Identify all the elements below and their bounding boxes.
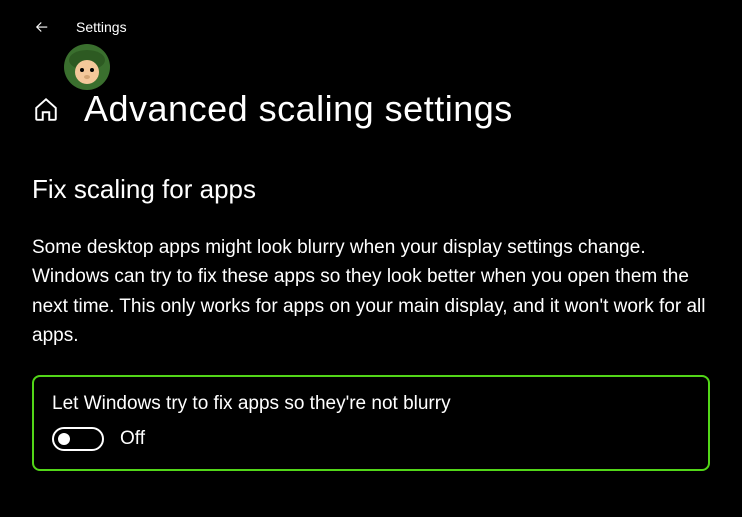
toggle-row: Off	[52, 427, 690, 451]
toggle-label: Let Windows try to fix apps so they're n…	[52, 393, 690, 415]
section-description: Some desktop apps might look blurry when…	[32, 233, 710, 351]
titlebar: Settings	[0, 0, 742, 40]
fix-scaling-toggle[interactable]	[52, 427, 104, 451]
back-arrow-icon	[33, 18, 51, 36]
section-heading: Fix scaling for apps	[32, 174, 710, 205]
avatar	[62, 42, 112, 92]
toggle-knob	[58, 433, 70, 445]
window-title: Settings	[76, 19, 127, 35]
page-title: Advanced scaling settings	[84, 88, 513, 130]
home-icon	[33, 96, 59, 122]
toggle-state-text: Off	[120, 428, 145, 450]
toggle-section-highlight: Let Windows try to fix apps so they're n…	[32, 375, 710, 471]
home-button[interactable]	[32, 95, 60, 123]
back-button[interactable]	[32, 17, 52, 37]
content-area: Fix scaling for apps Some desktop apps m…	[0, 130, 742, 471]
